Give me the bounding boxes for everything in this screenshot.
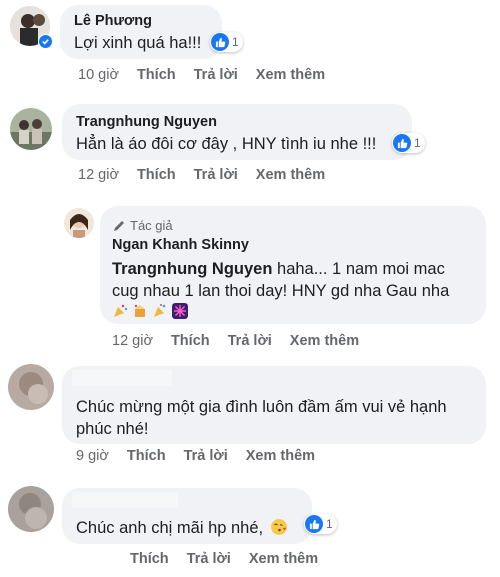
like-link[interactable]: Thích [171, 333, 210, 349]
reply-link[interactable]: Trả lời [194, 167, 238, 183]
like-link[interactable]: Thích [127, 448, 166, 464]
avatar[interactable] [8, 486, 54, 532]
emoji-row [112, 303, 188, 319]
avatar-photo [64, 208, 94, 238]
comment-text: Chúc anh chị mãi hp nhé, [76, 517, 288, 539]
author-badge: Tác giả [112, 218, 173, 233]
comment-text-line1: Chúc mừng một gia đình luôn đầm ấm vui v… [76, 398, 447, 416]
comment-text: Hẳn là áo đôi cơ đây , HNY tình iu nhe !… [76, 135, 377, 153]
like-reaction-icon [305, 515, 323, 533]
timestamp[interactable]: 9 giờ [76, 448, 109, 464]
like-reaction-icon [393, 134, 411, 152]
timestamp[interactable]: 12 giờ [112, 333, 153, 349]
see-more-link[interactable]: Xem thêm [249, 551, 318, 567]
comment-actions: Thích Trả lời Xem thêm [130, 551, 336, 567]
timestamp[interactable]: 12 giờ [78, 167, 119, 183]
avatar[interactable] [8, 364, 54, 410]
like-link[interactable]: Thích [137, 167, 176, 183]
commenter-name[interactable]: Ngan Khanh Skinny [112, 237, 249, 253]
like-link[interactable]: Thích [137, 67, 176, 83]
party-emoji [134, 304, 145, 317]
party-emoji [114, 304, 128, 317]
reply-link[interactable]: Trả lời [184, 448, 228, 464]
comment-text-line2: phúc nhé! [76, 420, 149, 438]
comment-text-line1: haha... 1 nam moi mac [277, 260, 445, 278]
comment-text: Trangnhung Nguyen haha... 1 nam moi mac … [112, 258, 482, 302]
reaction-count: 1 [232, 35, 239, 49]
comment-actions: 12 giờ Thích Trả lời Xem thêm [78, 167, 343, 183]
verified-badge-icon [38, 34, 53, 49]
comment-text-body: Chúc anh chị mãi hp nhé, [76, 519, 264, 537]
pencil-icon [114, 220, 124, 231]
timestamp[interactable]: 10 giờ [78, 67, 119, 83]
commenter-name-redacted [72, 492, 178, 508]
comment-text: Chúc mừng một gia đình luôn đầm ấm vui v… [76, 396, 481, 440]
comment-actions: 10 giờ Thích Trả lời Xem thêm [78, 67, 343, 83]
comment-text: Lợi xinh quá ha!!! [74, 34, 202, 52]
party-emoji [154, 304, 166, 317]
comment-actions: 9 giờ Thích Trả lời Xem thêm [76, 448, 333, 464]
like-reaction-icon [211, 33, 229, 51]
reply-link[interactable]: Trả lời [194, 67, 238, 83]
kiss-emoji [270, 519, 287, 535]
avatar[interactable] [64, 208, 94, 238]
commenter-name-redacted [72, 370, 172, 386]
reaction-summary[interactable]: 1 [210, 32, 243, 52]
reaction-count: 1 [414, 136, 421, 150]
comment-text-line2: cug nhau 1 lan thoi day! HNY gd nha Gau … [112, 282, 450, 300]
fireworks-emoji [172, 303, 188, 319]
reaction-summary[interactable]: 1 [392, 133, 425, 153]
see-more-link[interactable]: Xem thêm [290, 333, 359, 349]
reaction-count: 1 [326, 517, 333, 531]
commenter-name[interactable]: Lê Phương [74, 13, 152, 29]
like-link[interactable]: Thích [130, 551, 169, 567]
mentioned-user[interactable]: Trangnhung Nguyen [112, 260, 272, 278]
avatar-photo-blurred [8, 486, 54, 532]
avatar[interactable] [10, 108, 52, 150]
avatar-photo [10, 108, 52, 150]
reply-link[interactable]: Trả lời [228, 333, 272, 349]
commenter-name[interactable]: Trangnhung Nguyen [76, 114, 217, 130]
see-more-link[interactable]: Xem thêm [256, 67, 325, 83]
comment-actions: 12 giờ Thích Trả lời Xem thêm [112, 333, 377, 349]
avatar-photo-blurred [8, 364, 54, 410]
see-more-link[interactable]: Xem thêm [246, 448, 315, 464]
reply-link[interactable]: Trả lời [187, 551, 231, 567]
reaction-summary[interactable]: 1 [304, 514, 337, 534]
see-more-link[interactable]: Xem thêm [256, 167, 325, 183]
author-badge-label: Tác giả [130, 218, 173, 233]
